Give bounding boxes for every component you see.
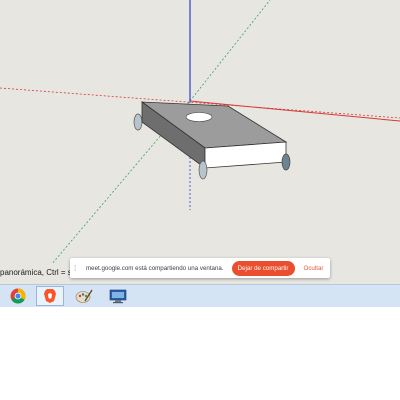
drag-handle-icon[interactable]: ⁞ (74, 264, 82, 273)
top-hole (185, 112, 213, 122)
taskbar-item-chrome[interactable] (4, 286, 32, 306)
stop-sharing-button[interactable]: Dejar de compartir (231, 260, 295, 276)
share-message: meet.google.com está compartiendo una ve… (86, 264, 224, 272)
taskbar-item-brave[interactable] (36, 286, 64, 306)
taskbar-item-remote-desktop[interactable] (104, 286, 132, 306)
wheel-back-left (133, 113, 143, 131)
model-canvas[interactable] (0, 0, 400, 278)
chrome-icon (10, 288, 26, 304)
taskbar (0, 284, 400, 307)
remote-desktop-icon (109, 289, 127, 304)
brave-icon (44, 289, 56, 303)
taskbar-item-paint[interactable] (70, 286, 98, 306)
cart-model[interactable] (133, 101, 291, 180)
screen-share-notification: ⁞ meet.google.com está compartiendo una … (70, 258, 330, 278)
blank-area (0, 307, 400, 400)
3d-viewport[interactable] (0, 0, 400, 278)
wheel-front-left (198, 160, 208, 180)
green-axis (189, 0, 271, 102)
hide-link[interactable]: Ocultar (304, 265, 324, 272)
status-bar-text: panorámica, Ctrl = su (0, 268, 77, 277)
paint-icon (75, 289, 93, 303)
wheel-front-right (281, 153, 291, 171)
